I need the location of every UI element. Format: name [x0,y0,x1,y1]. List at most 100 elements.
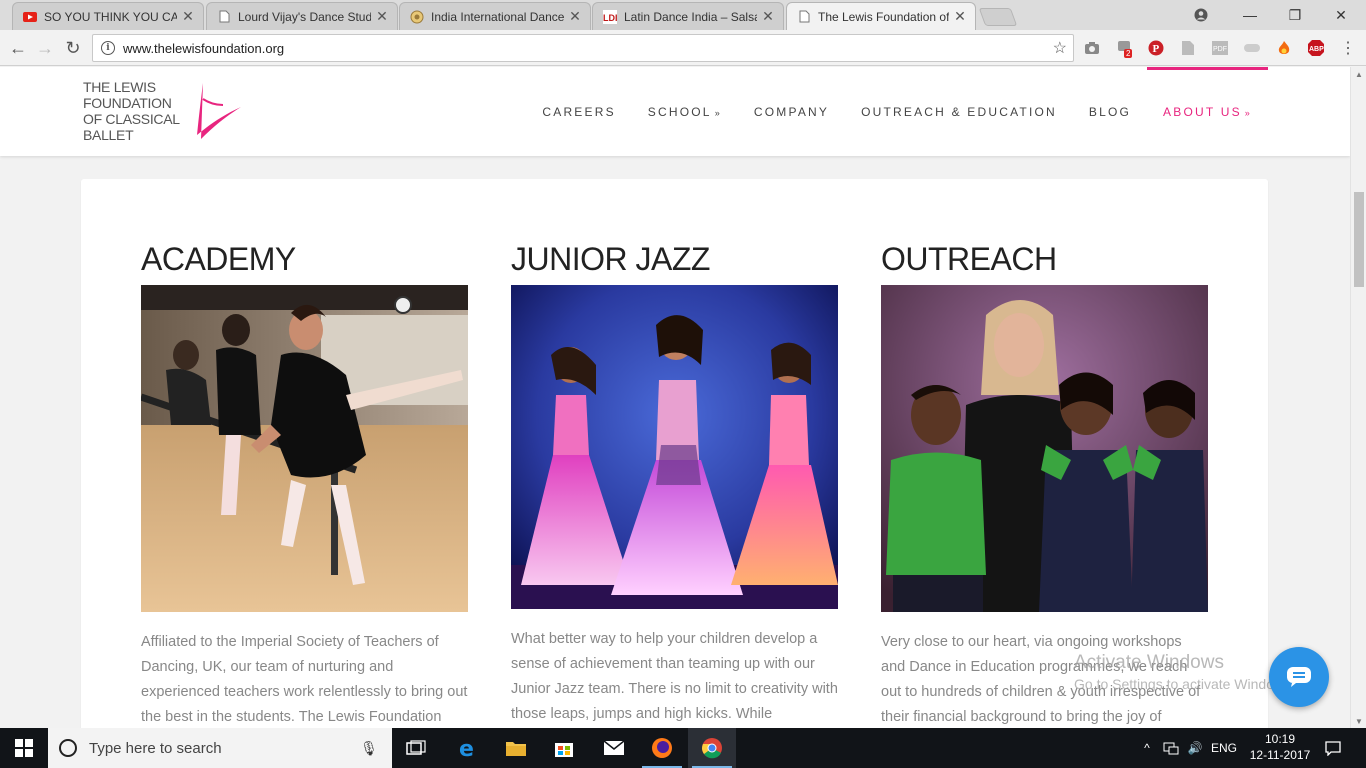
action-center-icon[interactable] [1322,728,1344,768]
firefox-icon[interactable] [638,728,686,768]
profile-icon[interactable] [1178,0,1224,30]
tab-title: The Lewis Foundation of [818,9,949,24]
edge-icon[interactable]: e [444,728,492,768]
pdf-icon[interactable] [1178,38,1198,58]
taskbar-search-box[interactable]: Type here to search 🎙 [48,728,392,768]
browser-toolbar: ← → ↻ i www.thelewisfoundation.org ☆ 2 P… [0,30,1366,66]
nav-label: COMPANY [753,104,830,119]
microphone-icon[interactable]: 🎙 [358,740,380,757]
task-view-icon[interactable] [392,728,440,768]
tab-lewis-foundation[interactable]: The Lewis Foundation of ✕ [786,2,976,30]
system-clock[interactable]: 10:19 12-11-2017 [1240,731,1320,763]
chat-widget-button[interactable] [1269,647,1329,707]
ballerina-logo-icon [197,83,241,139]
browser-tab-strip: SO YOU THINK YOU CAN ✕ Lourd Vijay's Dan… [0,0,1366,30]
language-indicator[interactable]: ENG [1210,728,1238,768]
chevron-down-icon: » [714,107,722,118]
nav-company[interactable]: COMPANY [754,105,829,119]
forward-icon[interactable]: → [33,36,57,60]
pinterest-icon[interactable]: P [1146,38,1166,58]
chevron-down-icon: » [1244,107,1252,118]
close-icon[interactable]: ✕ [181,8,195,25]
tab-lourd-vijay[interactable]: Lourd Vijay's Dance Stud ✕ [206,2,398,30]
nav-label: SCHOOL [647,104,712,119]
reload-icon[interactable]: ↻ [61,36,85,60]
watermark-subtitle: Go to Settings to activate Windows. [1074,676,1295,692]
clock-date: 12-11-2017 [1249,748,1311,762]
academy-photo[interactable] [141,285,468,612]
globe-icon [410,10,424,24]
nav-outreach-education[interactable]: OUTREACH & EDUCATION [861,105,1057,119]
tab-latin-dance[interactable]: LDI Latin Dance India – Salsa ✕ [592,2,784,30]
section-heading: OUTREACH [881,241,1057,277]
close-icon[interactable]: ✕ [375,8,389,25]
scrollbar-thumb[interactable] [1354,192,1364,287]
section-description: What better way to help your children de… [511,631,838,722]
section-description: Affiliated to the Imperial Society of Te… [141,634,468,725]
info-icon[interactable]: i [101,41,115,55]
activate-windows-watermark: Activate Windows Go to Settings to activ… [1074,652,1295,692]
toggle-icon[interactable] [1242,38,1262,58]
site-logo[interactable]: THE LEWIS FOUNDATION OF CLASSICAL BALLET [83,79,243,143]
camera-icon[interactable] [1082,38,1102,58]
tab-title: Lourd Vijay's Dance Stud [238,9,371,24]
url-text[interactable]: www.thelewisfoundation.org [123,41,1053,56]
extension-badge: 2 [1124,49,1133,58]
chrome-icon[interactable] [688,728,736,768]
maximize-button[interactable]: ❐ [1272,0,1318,30]
nav-label: BLOG [1088,104,1132,119]
volume-icon[interactable]: 🔊 [1184,728,1206,768]
new-tab-button[interactable] [978,8,1018,26]
search-placeholder: Type here to search [89,739,222,757]
extension-icon[interactable]: 2 [1114,38,1134,58]
start-button[interactable] [0,728,48,768]
nav-careers[interactable]: CAREERS [542,105,615,119]
section-heading: ACADEMY [141,241,296,277]
nav-label: OUTREACH & EDUCATION [861,104,1057,119]
back-icon[interactable]: ← [6,36,30,60]
svg-text:PDF: PDF [1213,46,1227,53]
abp-icon[interactable]: ABP [1306,38,1326,58]
svg-text:ABP: ABP [1309,46,1324,53]
network-icon[interactable] [1160,728,1182,768]
store-icon[interactable] [540,728,588,768]
page-icon [797,10,811,24]
address-bar[interactable]: i www.thelewisfoundation.org ☆ [92,34,1074,62]
nav-about-us[interactable]: ABOUT US» [1163,105,1252,119]
menu-icon[interactable]: ⋮ [1338,38,1358,58]
svg-text:P: P [1153,43,1160,55]
tab-so-you-think[interactable]: SO YOU THINK YOU CAN ✕ [12,2,204,30]
close-icon[interactable]: ✕ [761,8,775,25]
page-scrollbar[interactable]: ▲ ▼ [1350,67,1366,728]
tab-india-international[interactable]: India International Dance ✕ [399,2,591,30]
nav-label: CAREERS [542,104,616,119]
tab-title: SO YOU THINK YOU CAN [44,9,177,24]
show-hidden-icons[interactable]: ^ [1138,728,1156,768]
mail-icon[interactable] [590,728,638,768]
file-explorer-icon[interactable] [492,728,540,768]
windows-icon [15,739,33,757]
page-icon [217,10,231,24]
clock-time: 10:19 [1264,732,1296,746]
fire-icon[interactable] [1274,38,1294,58]
svg-text:LDI: LDI [603,13,617,23]
bookmark-star-icon[interactable]: ☆ [1053,38,1067,58]
close-icon[interactable]: ✕ [568,8,582,25]
programs-card: ACADEMY Affiliated to the Imperial Socie… [81,179,1268,728]
watermark-title: Activate Windows [1074,652,1224,673]
ldi-icon: LDI [603,9,617,24]
outreach-photo[interactable] [881,285,1208,612]
nav-school[interactable]: SCHOOL» [648,105,722,119]
pdf-icon[interactable]: PDF [1210,38,1230,58]
scroll-up-icon[interactable]: ▲ [1351,67,1366,81]
minimize-button[interactable]: — [1227,0,1273,30]
close-icon[interactable]: ✕ [953,8,967,25]
nav-blog[interactable]: BLOG [1089,105,1131,119]
section-academy: ACADEMY Affiliated to the Imperial Socie… [141,239,468,728]
cortana-icon [59,739,77,757]
junior-jazz-photo[interactable] [511,285,838,609]
main-navigation: CAREERS SCHOOL» COMPANY OUTREACH & EDUCA… [510,67,1252,156]
close-window-button[interactable]: ✕ [1318,0,1364,30]
scroll-down-icon[interactable]: ▼ [1351,714,1366,728]
nav-label: ABOUT US [1163,104,1242,119]
